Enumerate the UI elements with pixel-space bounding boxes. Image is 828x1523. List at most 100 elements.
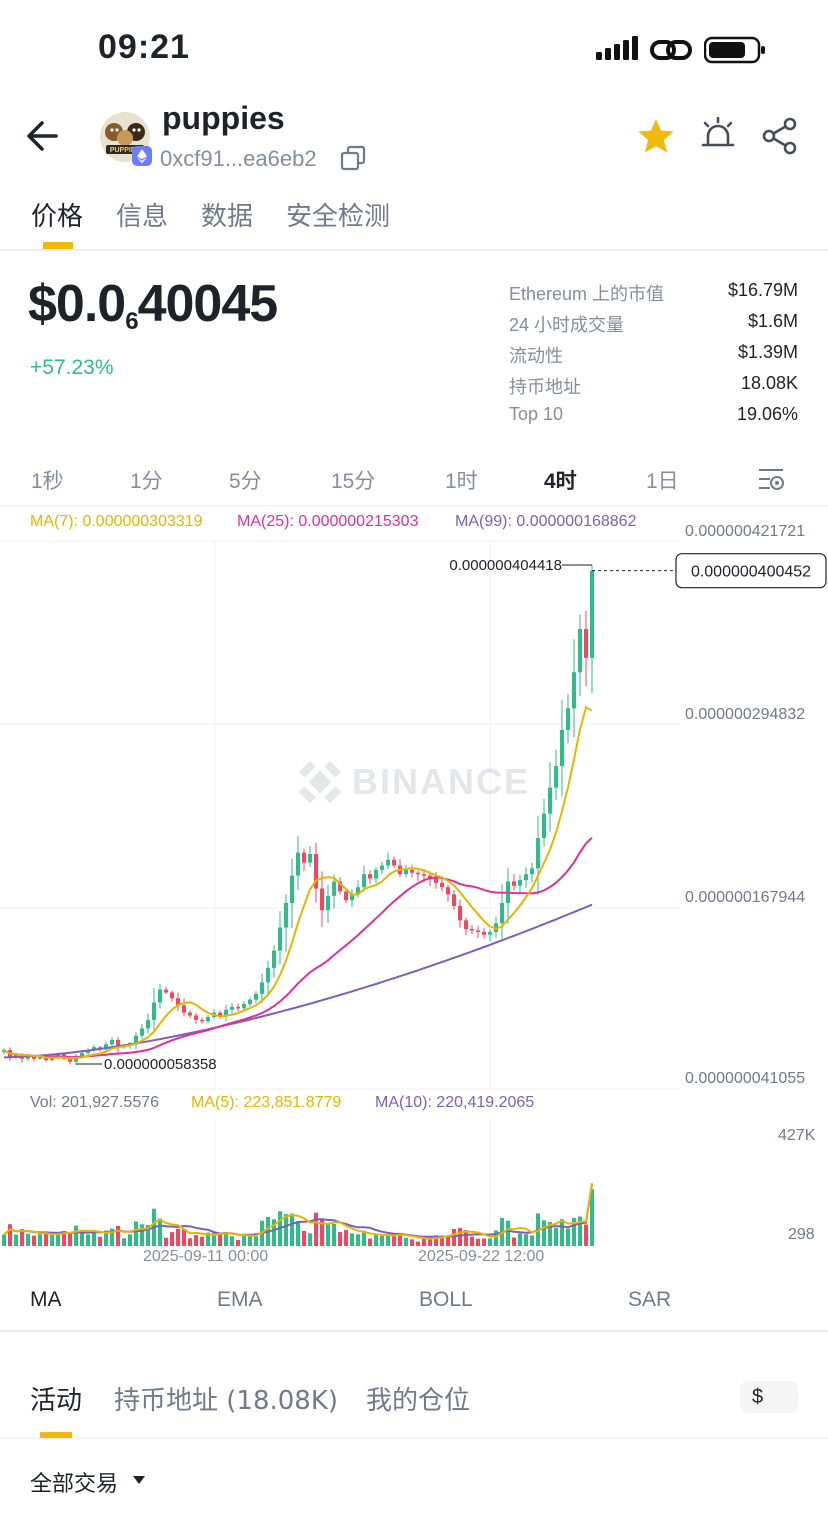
volume-bar: [518, 1233, 522, 1246]
indicator-ma[interactable]: MA: [30, 1288, 62, 1312]
candle-body: [578, 629, 582, 673]
candle-body: [272, 950, 276, 968]
x-axis-label: 2025-09-22 12:00: [418, 1248, 545, 1265]
volume-bar: [308, 1233, 312, 1246]
candle-body: [410, 869, 414, 873]
interval-4h[interactable]: 4时: [544, 465, 577, 495]
volume-bar: [2, 1234, 6, 1246]
candle-body: [518, 879, 522, 886]
volume-chart[interactable]: [0, 1118, 828, 1248]
indicator-ema[interactable]: EMA: [217, 1288, 263, 1312]
interval-1h[interactable]: 1时: [445, 465, 478, 495]
chart-settings-icon[interactable]: [756, 464, 786, 494]
candle-body: [440, 882, 444, 888]
current-price: $0.0640045: [28, 274, 278, 336]
copy-icon[interactable]: [340, 145, 366, 171]
volume-bars: [2, 1189, 594, 1246]
tab-activity[interactable]: 活动: [30, 1380, 82, 1417]
cellular-signal-icon: [596, 36, 638, 60]
candle-body: [380, 865, 384, 870]
candle-body: [248, 999, 252, 1004]
candle-body: [260, 982, 264, 994]
candle-body: [392, 859, 396, 866]
interval-1m[interactable]: 1分: [130, 465, 163, 495]
candle-body: [38, 1057, 42, 1059]
volume-bar: [512, 1237, 516, 1246]
price-change: +57.23%: [30, 356, 114, 379]
currency-toggle[interactable]: $: [740, 1381, 798, 1413]
volume-bar: [122, 1238, 126, 1246]
volume-bar: [476, 1238, 480, 1246]
trade-filter-dropdown[interactable]: 全部交易: [30, 1466, 118, 1498]
volume-legend: Vol: 201,927.5576: [30, 1094, 160, 1111]
candle-body: [590, 570, 594, 658]
candle-body: [140, 1028, 144, 1036]
back-arrow-icon[interactable]: [20, 112, 68, 160]
tab-my-position[interactable]: 我的仓位: [366, 1380, 470, 1417]
indicator-boll[interactable]: BOLL: [419, 1288, 473, 1312]
price-alert-icon[interactable]: [698, 114, 738, 154]
candle-body: [482, 931, 486, 935]
candle-body: [560, 729, 564, 767]
candle-body: [386, 859, 390, 866]
candle-body: [374, 869, 378, 879]
candle-body: [326, 895, 330, 911]
divider: [0, 1438, 828, 1439]
volume-bar: [506, 1220, 510, 1246]
interval-5m[interactable]: 5分: [229, 465, 262, 495]
candle-body: [80, 1053, 84, 1056]
candle-body: [566, 708, 570, 730]
volume-bar: [470, 1236, 474, 1246]
candle-body: [470, 928, 474, 931]
volume-bar: [194, 1235, 198, 1246]
candle-body: [152, 1002, 156, 1020]
candle-body: [320, 888, 324, 911]
candle-body: [458, 905, 462, 921]
candle-body: [554, 766, 558, 788]
candle-body: [206, 1016, 210, 1022]
low-price-label: 0.000000058358: [104, 1056, 217, 1073]
interval-15m[interactable]: 15分: [331, 465, 375, 495]
tab-holders[interactable]: 持币地址 (18.08K): [114, 1380, 338, 1417]
candle-body: [170, 992, 174, 999]
tab-price[interactable]: 价格: [31, 196, 83, 233]
volume-bar: [164, 1237, 168, 1246]
volume-bar: [86, 1234, 90, 1246]
candle-body: [308, 853, 312, 863]
tab-security-check[interactable]: 安全检测: [286, 196, 390, 233]
candle-body: [182, 1005, 186, 1013]
volume-bar: [380, 1235, 384, 1246]
volume-bar: [410, 1239, 414, 1246]
candle-body: [512, 881, 516, 886]
candle-body: [500, 903, 504, 924]
volume-bar: [140, 1224, 144, 1246]
candle-body: [452, 894, 456, 906]
interval-1d[interactable]: 1日: [646, 465, 679, 495]
interval-1s[interactable]: 1秒: [31, 465, 64, 495]
volume-bar: [80, 1231, 84, 1246]
volume-bar: [332, 1223, 336, 1246]
candle-body: [194, 1015, 198, 1020]
favorite-star-icon[interactable]: [636, 116, 676, 156]
share-icon[interactable]: [760, 116, 800, 156]
stat-label-liquidity: 流动性: [509, 346, 563, 366]
indicator-sar[interactable]: SAR: [628, 1288, 671, 1312]
caret-down-icon[interactable]: [132, 1474, 146, 1486]
stat-label-holders: 持币地址: [509, 377, 581, 397]
ethereum-badge-icon: [132, 146, 152, 166]
volume-bar: [374, 1234, 378, 1246]
candlestick-chart[interactable]: BINANCE 0.000000404418 0.000000058358 0.…: [0, 540, 828, 1090]
volume-bar: [542, 1220, 546, 1246]
tab-data[interactable]: 数据: [201, 196, 253, 233]
volume-bar: [314, 1212, 318, 1246]
volume-bar: [386, 1235, 390, 1246]
candle-body: [284, 903, 288, 928]
volume-bar: [290, 1213, 294, 1246]
price-prefix: $0.0: [28, 275, 126, 333]
candle-body: [548, 787, 552, 814]
tab-info[interactable]: 信息: [116, 196, 168, 233]
divider: [0, 505, 828, 506]
volume-bar: [560, 1219, 564, 1246]
volume-bar: [170, 1232, 174, 1246]
candle-body: [290, 875, 294, 904]
